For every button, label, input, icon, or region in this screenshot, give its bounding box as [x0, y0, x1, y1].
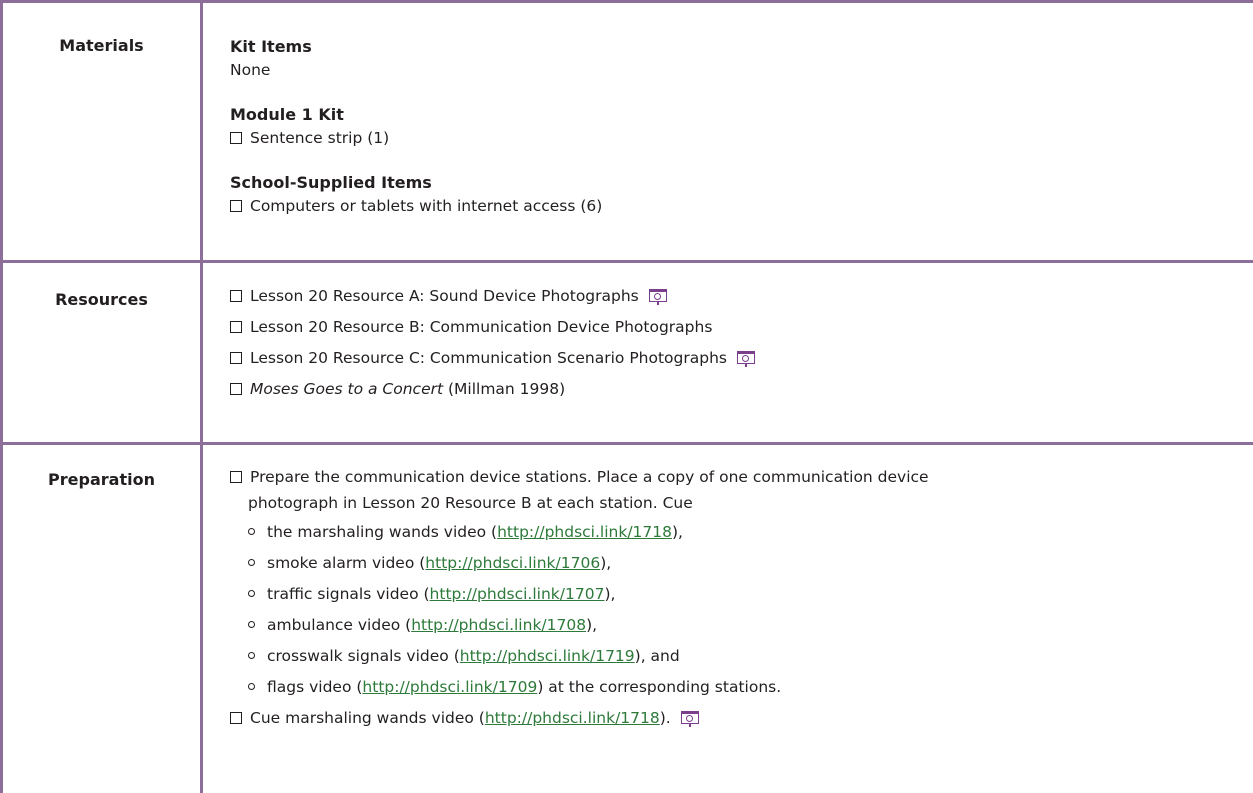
materials-content: Kit Items None Module 1 Kit Sentence str… [230, 36, 1230, 218]
preparation-step: Cue marshaling wands video (http://phdsc… [230, 702, 1230, 733]
video-link[interactable]: http://phdsci.link/1718 [497, 523, 672, 541]
video-list-item: the marshaling wands video (http://phdsc… [230, 516, 1230, 547]
checkbox-icon[interactable] [230, 289, 242, 302]
checkbox-icon[interactable] [230, 711, 242, 724]
checklist-item: Computers or tablets with internet acces… [230, 194, 1230, 218]
checkbox-icon[interactable] [230, 382, 242, 395]
video-list-item: traffic signals video (http://phdsci.lin… [230, 578, 1230, 609]
video-list-item: crosswalk signals video (http://phdsci.l… [230, 640, 1230, 671]
resources-label: Resources [55, 290, 148, 309]
resources-content: Lesson 20 Resource A: Sound Device Photo… [230, 280, 1230, 404]
projector-icon [680, 709, 699, 727]
table-left-border [0, 0, 3, 793]
video-link[interactable]: http://phdsci.link/1719 [460, 647, 635, 665]
checkbox-icon[interactable] [230, 200, 242, 212]
preparation-label: Preparation [48, 470, 155, 489]
video-list-item: ambulance video (http://phdsci.link/1708… [230, 609, 1230, 640]
resource-item: Lesson 20 Resource C: Communication Scen… [230, 342, 1230, 373]
video-list-item: flags video (http://phdsci.link/1709) at… [230, 671, 1230, 702]
kit-items-value: None [230, 61, 271, 79]
resource-item: Moses Goes to a Concert (Millman 1998) [230, 373, 1230, 404]
projector-icon [736, 349, 755, 367]
row-divider-2 [0, 442, 1253, 445]
checkbox-icon[interactable] [230, 471, 242, 483]
video-link[interactable]: http://phdsci.link/1706 [425, 554, 600, 572]
bullet-circle-icon [248, 621, 255, 628]
video-link[interactable]: http://phdsci.link/1707 [430, 585, 605, 603]
column-divider [200, 0, 203, 793]
kit-items-heading: Kit Items [230, 37, 312, 56]
preparation-step: Prepare the communication device station… [230, 464, 1230, 516]
resource-item: Lesson 20 Resource A: Sound Device Photo… [230, 280, 1230, 311]
book-title: Moses Goes to a Concert [250, 379, 444, 398]
projector-icon [648, 287, 667, 305]
video-link[interactable]: http://phdsci.link/1708 [411, 616, 586, 634]
video-list-item: smoke alarm video (http://phdsci.link/17… [230, 547, 1230, 578]
video-link[interactable]: http://phdsci.link/1718 [485, 709, 660, 727]
materials-label: Materials [59, 36, 144, 55]
checkbox-icon[interactable] [230, 320, 242, 333]
school-supplied-heading: School-Supplied Items [230, 173, 432, 192]
video-link[interactable]: http://phdsci.link/1709 [362, 678, 537, 696]
bullet-circle-icon [248, 528, 255, 535]
checkbox-icon[interactable] [230, 132, 242, 144]
preparation-content: Prepare the communication device station… [230, 464, 1230, 733]
module-kit-heading: Module 1 Kit [230, 105, 344, 124]
bullet-circle-icon [248, 590, 255, 597]
materials-table: Materials Kit Items None Module 1 Kit Se… [0, 0, 1253, 793]
resource-item: Lesson 20 Resource B: Communication Devi… [230, 311, 1230, 342]
bullet-circle-icon [248, 559, 255, 566]
checklist-item: Sentence strip (1) [230, 126, 1230, 150]
row-divider-1 [0, 260, 1253, 263]
checkbox-icon[interactable] [230, 351, 242, 364]
table-top-border [0, 0, 1253, 3]
bullet-circle-icon [248, 683, 255, 690]
bullet-circle-icon [248, 652, 255, 659]
